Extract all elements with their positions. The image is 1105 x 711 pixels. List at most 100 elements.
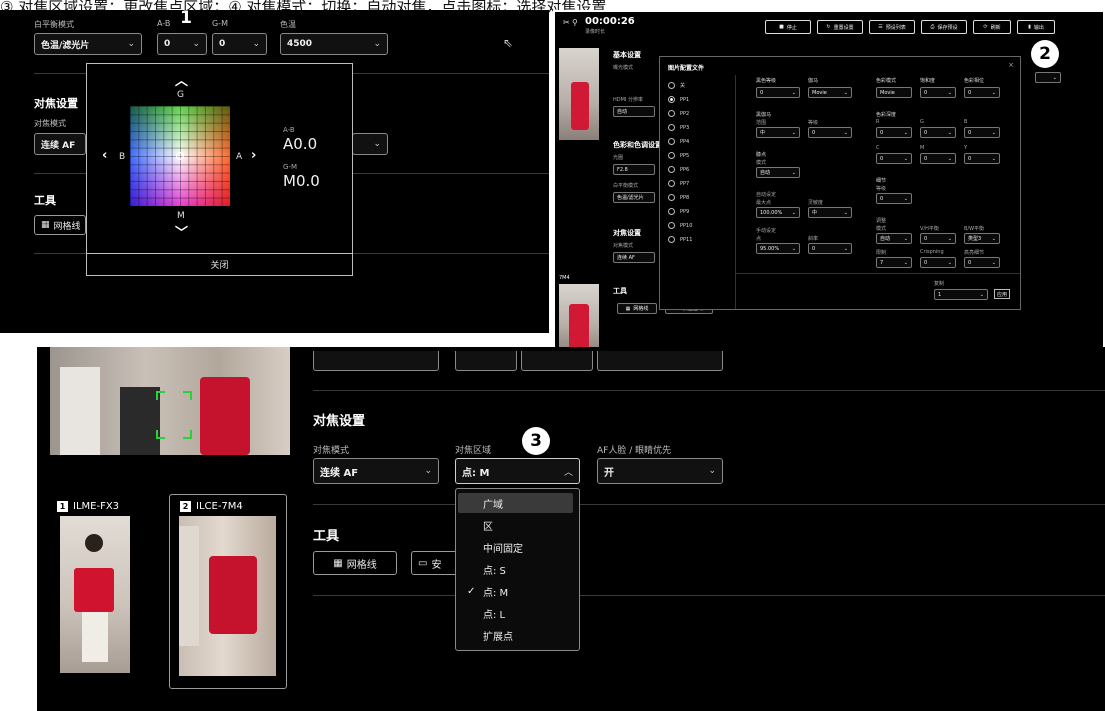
- profile-option[interactable]: PP3: [668, 124, 689, 131]
- select-partial[interactable]: [521, 351, 593, 371]
- focus-area-option[interactable]: 广域: [458, 493, 573, 513]
- focus-area-option[interactable]: 点: L: [458, 603, 573, 623]
- live-view-preview[interactable]: [50, 347, 290, 455]
- select-partial[interactable]: [455, 351, 517, 371]
- af-face-eye-select[interactable]: 开 ⌄: [597, 458, 723, 484]
- option-label: 广域: [483, 499, 503, 511]
- g-select[interactable]: 0 ⌄: [920, 127, 956, 138]
- chevron-down-icon: ⌄: [843, 129, 848, 136]
- chevron-up-icon[interactable]: ︿: [175, 70, 188, 89]
- select-partial[interactable]: [597, 351, 723, 371]
- profile-option[interactable]: PP7: [668, 180, 689, 187]
- adjust-mode-select[interactable]: 自动 ⌄: [876, 233, 912, 244]
- camera-thumbnail-2[interactable]: [559, 284, 599, 354]
- select-partial[interactable]: [313, 351, 439, 371]
- preset-list-button[interactable]: ☰ 预设列表: [869, 20, 915, 34]
- saturation-select[interactable]: 0 ⌄: [920, 87, 956, 98]
- profile-label: PP7: [680, 180, 690, 187]
- profile-option[interactable]: PP5: [668, 152, 689, 159]
- camera-card-title-2: 2 ILCE-7M4: [180, 501, 243, 512]
- focus-mode-value: 连续 AF: [41, 140, 76, 151]
- hdmi-select[interactable]: 自动: [613, 106, 655, 117]
- profile-option[interactable]: PP8: [668, 194, 689, 201]
- range-select[interactable]: 中 ⌄: [756, 127, 800, 138]
- wb-color-grid[interactable]: [130, 106, 230, 206]
- profile-option[interactable]: PP4: [668, 138, 689, 145]
- y-select[interactable]: 0 ⌄: [964, 153, 1000, 164]
- b-select[interactable]: 0 ⌄: [964, 127, 1000, 138]
- chevron-down-icon: ⌄: [947, 259, 952, 266]
- c-select[interactable]: 0 ⌄: [876, 153, 912, 164]
- chevron-down-icon: ⌄: [947, 129, 952, 136]
- detail-level-select[interactable]: 0 ⌄: [876, 193, 912, 204]
- focus-area-option[interactable]: 区: [458, 515, 573, 535]
- link-icon[interactable]: ⚲: [572, 18, 578, 27]
- camera-preview-thumbnail[interactable]: [559, 48, 599, 140]
- stop-button[interactable]: ■ 停止: [765, 20, 811, 34]
- m-select[interactable]: 0 ⌄: [920, 153, 956, 164]
- profile-option[interactable]: PP10: [668, 222, 692, 229]
- profile-option[interactable]: PP1: [668, 96, 689, 103]
- subject-dress: [209, 556, 257, 634]
- reset-button[interactable]: ↻ 重置设置: [817, 20, 863, 34]
- focus-mode-select[interactable]: 连续 AF ⌄: [313, 458, 439, 484]
- focus-mode-select[interactable]: 连续 AF: [613, 252, 655, 263]
- color-phase-select[interactable]: 0 ⌄: [964, 87, 1000, 98]
- highlight-detail-select[interactable]: 0 ⌄: [964, 257, 1000, 268]
- wb-color-picker-dialog: ︿ G ‹ B A › M ﹀ A-B A0.0 G-M M0.0 关闭: [86, 63, 353, 276]
- focus-area-option[interactable]: ✓ 点: M: [458, 581, 573, 601]
- camera-thumbnail-1[interactable]: [60, 516, 130, 673]
- color-mode-select[interactable]: Movie: [876, 87, 912, 98]
- chevron-down-icon: ⌄: [947, 89, 952, 96]
- wb-mode-select[interactable]: 色温/滤光片: [613, 192, 655, 203]
- wb-mode-select[interactable]: 色温/滤光片 ⌄: [34, 33, 142, 55]
- limit-select[interactable]: 7 ⌄: [876, 257, 912, 268]
- bw-balance-select[interactable]: 类型3 ⌄: [964, 233, 1000, 244]
- preview-subject: [571, 82, 589, 130]
- profile-option[interactable]: PP2: [668, 110, 689, 117]
- grid-lines-button[interactable]: ▦ 网格线: [313, 551, 397, 575]
- apply-button[interactable]: 应用: [994, 289, 1010, 299]
- save-preset-button[interactable]: ⎙ 保存预设: [921, 20, 967, 34]
- focus-area-select-partial[interactable]: ⌄: [352, 133, 388, 155]
- knee-mode-select[interactable]: 自动 ⌄: [756, 167, 800, 178]
- camera-thumbnail-2[interactable]: [179, 516, 276, 676]
- gm-select[interactable]: 0 ⌄: [212, 33, 267, 55]
- profile-option[interactable]: PP11: [668, 236, 692, 243]
- cut-icon[interactable]: ✂: [563, 18, 570, 27]
- focus-area-option[interactable]: 点: S: [458, 559, 573, 579]
- sensitivity-select[interactable]: 中 ⌄: [808, 207, 852, 218]
- slope-select[interactable]: 0 ⌄: [808, 243, 852, 254]
- max-point-select[interactable]: 100.00% ⌄: [756, 207, 800, 218]
- vh-balance-select[interactable]: 0 ⌄: [920, 233, 956, 244]
- output-button[interactable]: ▮ 输出: [1017, 20, 1055, 34]
- r-value: 0: [880, 129, 884, 136]
- focus-area-option[interactable]: 中间固定: [458, 537, 573, 557]
- close-icon[interactable]: ×: [1008, 61, 1014, 69]
- point-select[interactable]: 95.00% ⌄: [756, 243, 800, 254]
- level-select[interactable]: 0 ⌄: [808, 127, 852, 138]
- color-temp-select[interactable]: 4500 ⌄: [280, 33, 388, 55]
- grid-lines-button[interactable]: ▦ 网格线: [617, 303, 657, 314]
- close-button[interactable]: 关闭: [87, 253, 352, 275]
- refresh-button[interactable]: ⟳ 刷新: [973, 20, 1011, 34]
- wb-selection-dot[interactable]: [176, 152, 184, 160]
- chevron-left-icon[interactable]: ‹: [102, 148, 107, 163]
- ab-select[interactable]: 0 ⌄: [157, 33, 207, 55]
- copy-select[interactable]: 1 ⌄: [934, 289, 988, 300]
- select-partial[interactable]: ⌄: [1035, 72, 1061, 83]
- crispening-select[interactable]: 0 ⌄: [920, 257, 956, 268]
- aperture-select[interactable]: F2.8: [613, 164, 655, 175]
- focus-area-select[interactable]: 点: M ︿: [455, 458, 580, 484]
- profile-option[interactable]: 关: [668, 82, 685, 89]
- focus-area-option[interactable]: 扩展点: [458, 625, 573, 645]
- focus-mode-select[interactable]: 连续 AF: [34, 133, 86, 155]
- chevron-down-icon[interactable]: ﹀: [175, 222, 188, 241]
- r-select[interactable]: 0 ⌄: [876, 127, 912, 138]
- gamma-select[interactable]: Movie ⌄: [808, 87, 852, 98]
- grid-lines-button[interactable]: ▦ 网格线: [34, 215, 86, 235]
- black-level-select[interactable]: 0 ⌄: [756, 87, 800, 98]
- profile-option[interactable]: PP6: [668, 166, 689, 173]
- profile-option[interactable]: PP9: [668, 208, 689, 215]
- chevron-right-icon[interactable]: ›: [251, 148, 256, 163]
